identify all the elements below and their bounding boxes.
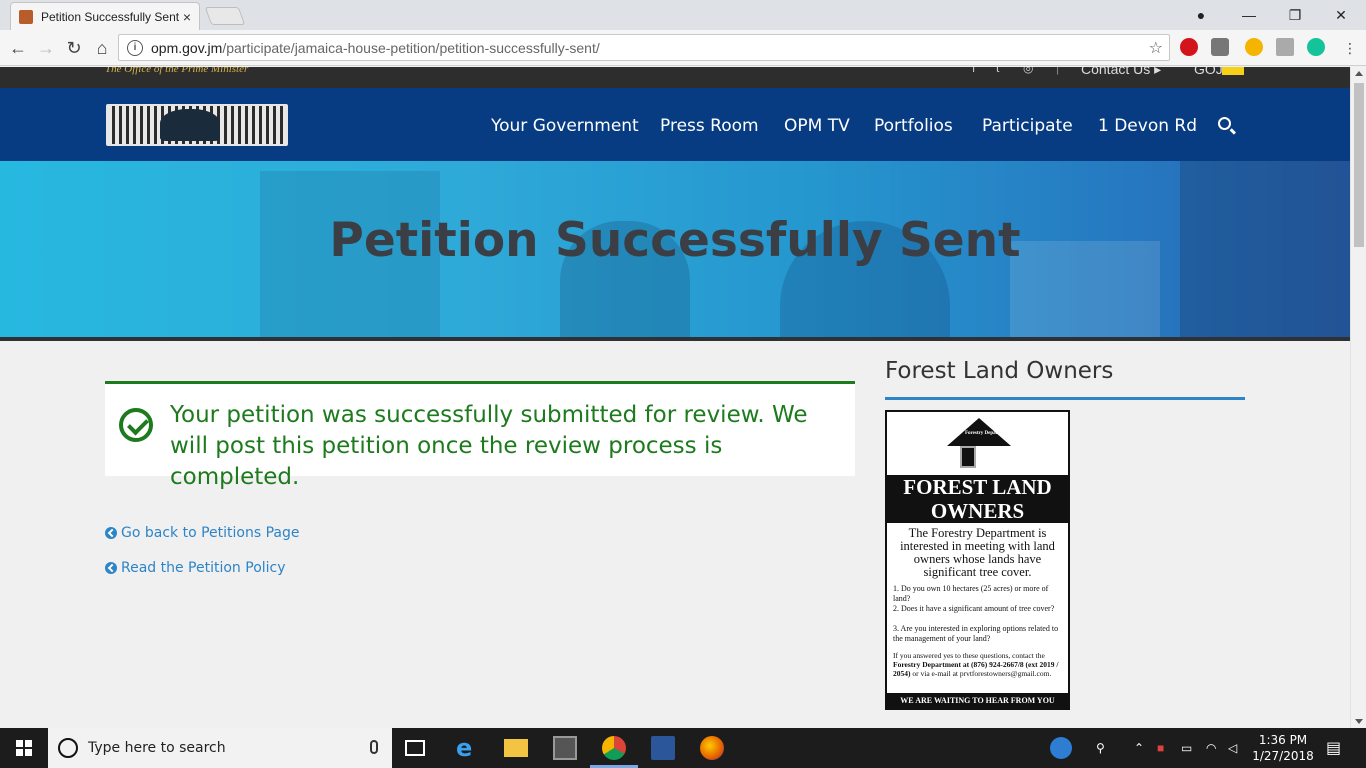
poster-intro: The Forestry Department is interested in… [900, 526, 1055, 579]
firefox-icon[interactable] [700, 736, 724, 760]
start-button[interactable] [0, 728, 48, 768]
hero-divider [0, 337, 1350, 341]
logo-tree-icon [160, 109, 220, 141]
poster-question: 1. Do you own 10 hectares (25 acres) or … [893, 584, 1049, 603]
home-icon[interactable]: ⌂ [90, 36, 114, 60]
site-favicon-icon [19, 9, 33, 24]
page-scrollbar[interactable] [1350, 67, 1366, 728]
nav-1-devon-rd[interactable]: 1 Devon Rd [1098, 116, 1197, 136]
windows-taskbar: Type here to search e ⚲ ⌃ ■ ▭ ◠ ◁ 1:36 P… [0, 728, 1366, 768]
cortana-icon [58, 738, 78, 758]
edge-icon[interactable]: e [456, 736, 480, 760]
page-title: Petition Successfully Sent [329, 213, 1021, 268]
file-explorer-icon[interactable] [504, 739, 528, 757]
hero-banner: Petition Successfully Sent [0, 161, 1350, 337]
colorful-extension-icon[interactable] [1245, 38, 1263, 56]
goj-link[interactable]: GOJ [1194, 67, 1223, 77]
nav-press-room[interactable]: Press Room [660, 116, 759, 136]
browser-toolbar: ← → ↻ ⌂ i opm.gov.jm /participate/jamaic… [0, 30, 1366, 66]
menu-dots-icon[interactable]: ⋮ [1338, 36, 1362, 60]
restore-icon[interactable]: ❐ [1272, 0, 1318, 30]
sidebar-divider [885, 397, 1245, 400]
facebook-icon[interactable]: f [972, 67, 975, 75]
scroll-thumb[interactable] [1354, 83, 1364, 247]
browser-tab[interactable]: Petition Successfully Sent × [10, 2, 200, 30]
taskbar-search[interactable]: Type here to search [48, 728, 392, 768]
check-circle-icon [119, 408, 153, 442]
scroll-up-icon[interactable] [1355, 71, 1363, 76]
bag-extension-icon[interactable] [1211, 38, 1229, 56]
wifi-icon[interactable]: ◠ [1206, 728, 1216, 768]
top-strip: The Office of the Prime Minister f t ◎ |… [0, 67, 1350, 88]
forward-icon[interactable]: → [34, 36, 58, 60]
url-path: /participate/jamaica-house-petition/peti… [222, 39, 600, 56]
page-viewport: The Office of the Prime Minister f t ◎ |… [0, 67, 1350, 728]
notifications-icon[interactable]: ▤ [1326, 728, 1341, 768]
opm-logo[interactable] [106, 104, 288, 146]
tray-expand-icon[interactable]: ⌃ [1134, 728, 1144, 768]
search-icon[interactable] [1218, 117, 1231, 130]
profile-icon[interactable]: ● [1178, 0, 1224, 30]
reload-icon[interactable]: ↻ [62, 36, 86, 60]
gift-icon[interactable]: ■ [1157, 728, 1164, 768]
minimize-icon[interactable]: — [1226, 0, 1272, 30]
chevron-circle-left-icon [105, 562, 117, 574]
poster-question: 2. Does it have a significant amount of … [893, 604, 1055, 613]
divider: | [1056, 67, 1060, 75]
word-icon[interactable] [651, 736, 675, 760]
app-window-icon[interactable] [553, 736, 577, 760]
site-tagline: The Office of the Prime Minister [105, 67, 249, 75]
grammarly-extension-icon[interactable] [1307, 38, 1325, 56]
nav-your-government[interactable]: Your Government [491, 116, 639, 136]
tab-title: Petition Successfully Sent [41, 9, 179, 24]
success-message: Your petition was successfully submitted… [170, 402, 808, 490]
bookmark-star-icon[interactable]: ☆ [1149, 38, 1163, 58]
browser-tabbar: Petition Successfully Sent × ● — ❐ ✕ [0, 0, 1366, 30]
windows-logo-icon [16, 740, 32, 756]
poster-banner: FOREST LAND OWNERS [887, 475, 1068, 523]
link-label: Read the Petition Policy [121, 560, 286, 576]
poster-question: 3. Are you interested in exploring optio… [893, 624, 1059, 643]
scroll-down-icon[interactable] [1355, 719, 1363, 724]
site-info-icon[interactable]: i [127, 39, 143, 56]
help-icon[interactable] [1050, 737, 1072, 759]
nav-participate[interactable]: Participate [982, 116, 1073, 136]
url-host: opm.gov.jm [151, 39, 223, 56]
instagram-icon[interactable]: ◎ [1023, 67, 1033, 75]
poster-contact: If you answered yes to these questions, … [893, 651, 1059, 678]
back-icon[interactable]: ← [6, 36, 30, 60]
sidebar-heading: Forest Land Owners [885, 358, 1114, 384]
taskbar-search-placeholder: Type here to search [88, 740, 226, 756]
close-window-icon[interactable]: ✕ [1318, 0, 1364, 30]
petition-policy-link[interactable]: Read the Petition Policy [105, 560, 286, 576]
taskbar-clock[interactable]: 1:36 PM 1/27/2018 [1248, 732, 1318, 764]
tab-close-icon[interactable]: × [183, 9, 191, 25]
nav-opm-tv[interactable]: OPM TV [784, 116, 850, 136]
volume-icon[interactable]: ◁ [1228, 728, 1237, 768]
battery-icon[interactable]: ▭ [1181, 728, 1192, 768]
chevron-circle-left-icon [105, 527, 117, 539]
pdf-extension-icon[interactable] [1276, 38, 1294, 56]
task-view-icon[interactable] [405, 740, 425, 756]
url-bar[interactable]: i opm.gov.jm /participate/jamaica-house-… [118, 34, 1170, 61]
microphone-icon[interactable] [370, 740, 378, 754]
success-alert: Your petition was successfully submitted… [105, 381, 855, 490]
main-navbar: Your Government Press Room OPM TV Portfo… [0, 88, 1350, 161]
back-to-petitions-link[interactable]: Go back to Petitions Page [105, 525, 299, 541]
nav-portfolios[interactable]: Portfolios [874, 116, 953, 136]
opera-extension-icon[interactable] [1180, 38, 1198, 56]
chrome-icon[interactable] [602, 736, 626, 760]
jamaica-flag-icon [1222, 67, 1244, 75]
forest-land-owners-poster[interactable]: Forestry Department FOREST LAND OWNERS T… [885, 410, 1070, 710]
poster-footbar: WE ARE WAITING TO HEAR FROM YOU [887, 693, 1068, 708]
people-icon[interactable]: ⚲ [1096, 728, 1105, 768]
clock-date: 1/27/2018 [1252, 749, 1314, 763]
contact-us-link[interactable]: Contact Us ▸ [1081, 67, 1161, 78]
poster-dept: Forestry Department [965, 431, 1011, 436]
new-tab-button[interactable] [204, 7, 246, 25]
link-label: Go back to Petitions Page [121, 525, 300, 541]
clock-time: 1:36 PM [1258, 733, 1308, 747]
twitter-icon[interactable]: t [996, 67, 999, 75]
